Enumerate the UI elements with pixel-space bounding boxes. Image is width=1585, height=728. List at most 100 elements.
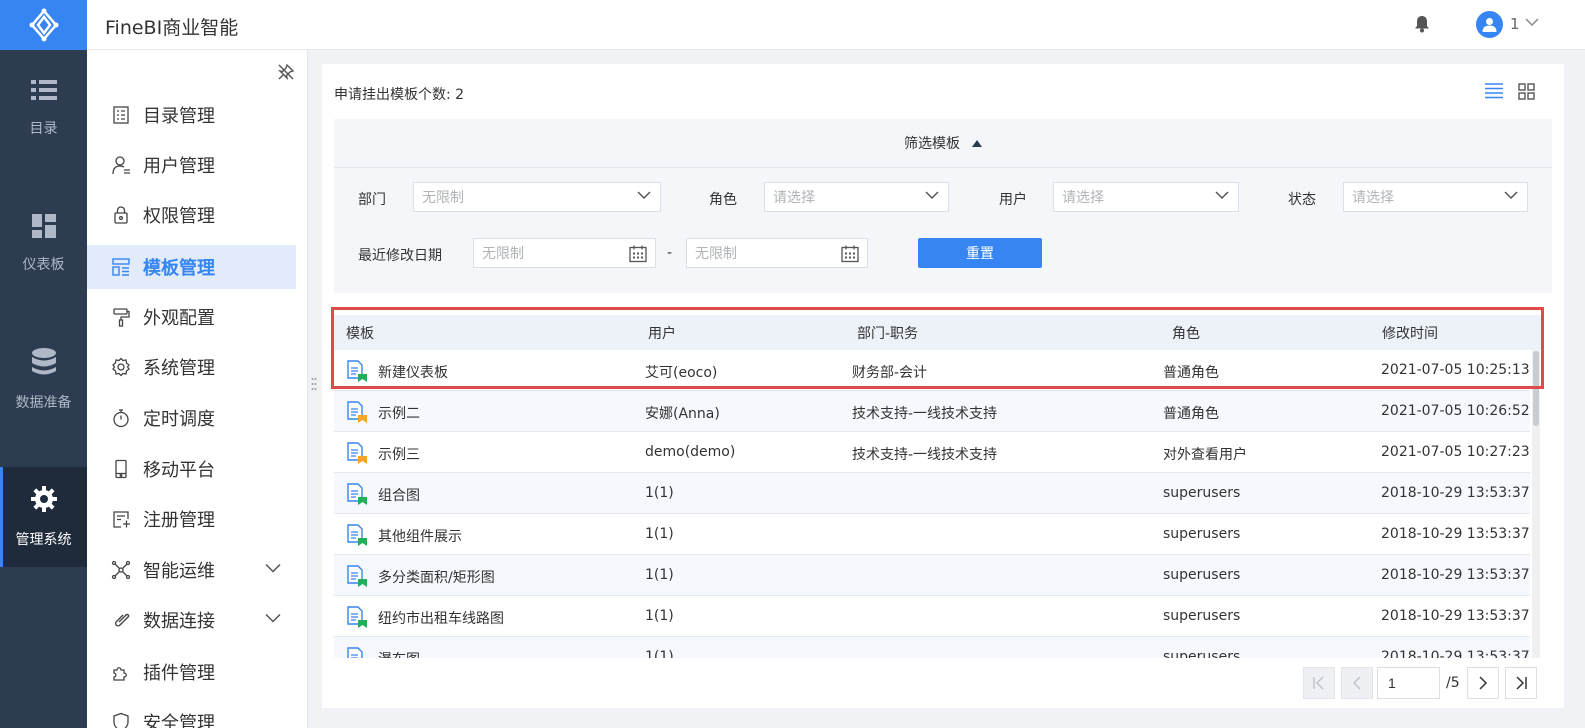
template-file-icon <box>347 524 367 546</box>
template-file-icon <box>347 565 367 587</box>
template-flag <box>358 620 367 628</box>
menu-item-label: 数据连接 <box>143 611 215 632</box>
menu-item-schedule[interactable]: 定时调度 <box>87 396 296 440</box>
bell-icon[interactable] <box>1414 15 1430 33</box>
role-select[interactable]: 请选择 <box>764 182 949 212</box>
rail-item-label: 仪表板 <box>22 257 65 273</box>
menu-item-mobile[interactable]: 移动平台 <box>87 447 296 491</box>
role-label: 角色 <box>709 192 737 208</box>
menu-item-permission-mgmt[interactable]: 权限管理 <box>87 193 296 237</box>
menu-item-smart-ops[interactable]: 智能运维 <box>87 548 296 592</box>
template-dept: 财务部-会计 <box>852 365 928 381</box>
status-label: 状态 <box>1288 192 1316 208</box>
menu-item-label: 定时调度 <box>143 409 215 430</box>
lock-icon <box>114 206 128 224</box>
user-label: 用户 <box>999 192 1027 208</box>
chevron-down-icon[interactable] <box>1525 18 1539 27</box>
template-flag <box>358 497 367 505</box>
menu-item-catalog-mgmt[interactable]: 目录管理 <box>87 93 296 137</box>
rail-item-data-prep[interactable]: 数据准备 <box>0 330 87 430</box>
template-filter: 筛选模板 部门 无限制 角色 请选择 用户 请选择 状态 请选择 最近修改日期 … <box>334 119 1552 293</box>
calendar-icon[interactable] <box>841 245 859 263</box>
template-modified: 2021-07-05 10:25:13 <box>1381 362 1530 378</box>
menu-item-data-connection[interactable]: 数据连接 <box>87 598 296 642</box>
pending-template-count: 申请挂出模板个数: 2 <box>334 87 465 103</box>
menu-item-appearance[interactable]: 外观配置 <box>87 295 296 339</box>
avatar[interactable] <box>1476 11 1503 38</box>
timer-icon <box>113 409 129 428</box>
template-user: 1(1) <box>645 649 674 658</box>
template-name[interactable]: 其他组件展示 <box>378 526 462 546</box>
template-modified: 2018-10-29 13:53:37 <box>1381 608 1530 624</box>
table-scrollbar-thumb[interactable] <box>1533 351 1539 426</box>
page-number-input[interactable] <box>1377 667 1440 699</box>
logo-icon <box>29 8 58 42</box>
next-page-button[interactable] <box>1467 667 1499 699</box>
page-total: /5 <box>1446 675 1460 691</box>
column-header-dept[interactable]: 部门-职务 <box>857 323 918 343</box>
template-name[interactable]: 新建仪表板 <box>378 362 448 382</box>
rail-item-catalog[interactable]: 目录 <box>0 58 87 158</box>
template-modified: 2018-10-29 13:53:37 <box>1381 567 1530 583</box>
calendar-icon[interactable] <box>629 245 647 263</box>
template-name[interactable]: 组合图 <box>378 485 420 505</box>
table-row[interactable]: 纽约市出租车线路图 1(1) superusers 2018-10-29 13:… <box>334 596 1530 637</box>
table-row[interactable]: 组合图 1(1) superusers 2018-10-29 13:53:37 <box>334 473 1530 514</box>
template-file-icon <box>347 483 367 505</box>
resize-handle-icon[interactable] <box>311 377 317 391</box>
table-row[interactable]: 示例二 安娜(Anna) 技术支持-一线技术支持 普通角色 2021-07-05… <box>334 391 1530 432</box>
link-icon <box>114 613 130 627</box>
menu-item-plugin-mgmt[interactable]: 插件管理 <box>87 650 296 694</box>
template-name[interactable]: 瀑布图 <box>378 649 420 658</box>
table-row[interactable]: 示例三 demo(demo) 技术支持-一线技术支持 对外查看用户 2021-0… <box>334 432 1530 473</box>
grid-view-icon[interactable] <box>1518 83 1535 100</box>
filter-toggle[interactable]: 筛选模板 <box>334 119 1552 168</box>
rail-item-dashboard[interactable]: 仪表板 <box>0 194 87 294</box>
rail-item-label: 管理系统 <box>15 532 72 548</box>
menu-item-label: 移动平台 <box>143 460 215 481</box>
puzzle-icon <box>113 667 127 681</box>
date-from-value: 无限制 <box>482 246 524 262</box>
chevron-right-icon <box>1479 676 1488 690</box>
reset-button[interactable]: 重置 <box>918 238 1042 268</box>
rail-item-admin[interactable]: 管理系统 <box>0 467 87 567</box>
template-name[interactable]: 多分类面积/矩形图 <box>378 567 495 587</box>
column-header-role[interactable]: 角色 <box>1172 323 1200 343</box>
chevron-down-icon <box>1504 191 1518 200</box>
template-name[interactable]: 纽约市出租车线路图 <box>378 608 504 628</box>
date-from-input[interactable]: 无限制 <box>473 238 656 268</box>
template-user: 艾可(eoco) <box>645 365 718 381</box>
first-page-button[interactable] <box>1303 667 1335 699</box>
table-row[interactable]: 瀑布图 1(1) superusers 2018-10-29 13:53:37 <box>334 637 1530 658</box>
prev-page-button[interactable] <box>1341 667 1373 699</box>
template-role: 对外查看用户 <box>1163 447 1247 463</box>
app-logo[interactable] <box>0 0 87 50</box>
table-row[interactable]: 多分类面积/矩形图 1(1) superusers 2018-10-29 13:… <box>334 555 1530 596</box>
column-header-modified[interactable]: 修改时间 <box>1382 323 1438 343</box>
template-role: superusers <box>1163 608 1241 624</box>
list-view-icon[interactable] <box>1485 83 1503 99</box>
menu-item-security-mgmt[interactable]: 安全管理 <box>87 700 296 728</box>
chevron-left-icon <box>1352 676 1361 690</box>
template-table: 模板 用户 部门-职务 角色 修改时间 新建仪表板 艾可(eoco) 财务部-会… <box>334 315 1552 658</box>
pin-icon[interactable] <box>277 63 295 81</box>
menu-item-user-mgmt[interactable]: 用户管理 <box>87 143 296 187</box>
column-header-template[interactable]: 模板 <box>346 323 374 343</box>
template-name[interactable]: 示例二 <box>378 403 420 423</box>
template-name[interactable]: 示例三 <box>378 444 420 464</box>
user-select[interactable]: 请选择 <box>1053 182 1239 212</box>
last-page-button[interactable] <box>1505 667 1537 699</box>
table-row[interactable]: 新建仪表板 艾可(eoco) 财务部-会计 普通角色 2021-07-05 10… <box>334 350 1530 391</box>
user-name[interactable]: 1 <box>1510 15 1520 33</box>
chevron-down-icon <box>637 191 651 200</box>
menu-item-template-mgmt[interactable]: 模板管理 <box>87 245 296 289</box>
menu-item-label: 用户管理 <box>143 156 215 177</box>
column-header-user[interactable]: 用户 <box>648 323 676 343</box>
dept-select[interactable]: 无限制 <box>413 182 661 212</box>
status-select[interactable]: 请选择 <box>1343 182 1528 212</box>
table-row[interactable]: 其他组件展示 1(1) superusers 2018-10-29 13:53:… <box>334 514 1530 555</box>
menu-item-label: 模板管理 <box>143 258 215 279</box>
menu-item-registration[interactable]: 注册管理 <box>87 497 296 541</box>
date-to-input[interactable]: 无限制 <box>686 238 868 268</box>
menu-item-system-mgmt[interactable]: 系统管理 <box>87 345 296 389</box>
